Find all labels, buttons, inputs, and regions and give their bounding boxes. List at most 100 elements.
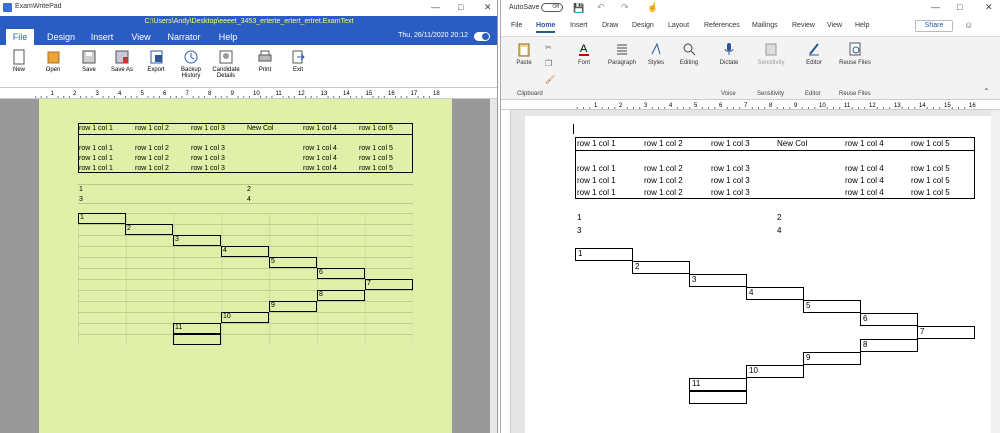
table1-cell[interactable]: row 1 col 2: [135, 164, 169, 173]
table1-cell[interactable]: row 1 col 1: [79, 144, 113, 153]
candidate-details-button[interactable]: Candidate Details: [209, 49, 243, 79]
table1-cell[interactable]: row 1 col 4: [303, 144, 337, 153]
word-step-cell[interactable]: 5: [803, 300, 861, 313]
backup-history-button[interactable]: Backup History: [176, 49, 206, 79]
table1-cell[interactable]: row 1 col 5: [359, 164, 393, 173]
editing-button[interactable]: Editing: [675, 41, 703, 66]
table1-cell[interactable]: row 1 col 5: [359, 154, 393, 163]
word-step-cell[interactable]: 6: [860, 313, 918, 326]
exit-button[interactable]: Exit: [285, 49, 311, 73]
word-step-cell[interactable]: 8: [860, 339, 918, 352]
table1-header-cell[interactable]: row 1 col 1: [79, 124, 113, 133]
feedback-smiley-icon[interactable]: ☺: [964, 20, 973, 30]
table1-cell[interactable]: row 1 col 3: [191, 144, 225, 153]
word-table1-cell[interactable]: row 1 col 2: [644, 176, 683, 186]
step-cell[interactable]: 6: [317, 268, 365, 279]
dictate-button[interactable]: Dictate: [715, 41, 743, 66]
table1-header-cell[interactable]: row 1 col 4: [303, 124, 337, 133]
save-as-button[interactable]: Save As: [107, 49, 137, 73]
cut-icon[interactable]: ✂: [545, 43, 552, 52]
step-cell[interactable]: 5: [269, 257, 317, 268]
step-cell[interactable]: 4: [221, 246, 269, 257]
word-ruler[interactable]: 1 2 3 4 5 6 7 8 9 10 11 12 13 14 15 16: [501, 100, 1000, 110]
ewp-vertical-scrollbar[interactable]: [490, 99, 497, 433]
table2-cell[interactable]: 1: [79, 185, 83, 194]
step-cell[interactable]: 9: [269, 301, 317, 312]
word-tab-design[interactable]: Design: [632, 22, 654, 29]
step-cell[interactable]: 1: [78, 213, 126, 224]
table1-cell[interactable]: row 1 col 1: [79, 154, 113, 163]
step-cell[interactable]: 10: [221, 312, 269, 323]
word-tab-insert[interactable]: Insert: [570, 22, 588, 29]
ewp-document-area[interactable]: row 1 col 1 row 1 col 2 row 1 col 3 New Col…: [0, 99, 490, 433]
table1-cell[interactable]: row 1 col 3: [191, 154, 225, 163]
collapse-ribbon-icon[interactable]: ⌃: [983, 87, 990, 96]
word-table1-header-cell[interactable]: row 1 col 3: [711, 139, 750, 149]
step-cell[interactable]: 2: [125, 224, 173, 235]
word-table1-cell[interactable]: row 1 col 1: [577, 188, 616, 198]
redo-icon[interactable]: ↷: [621, 2, 629, 13]
format-painter-icon[interactable]: 🖌: [545, 75, 555, 84]
table2-cell[interactable]: 3: [79, 195, 83, 204]
touch-mode-icon[interactable]: ☝: [647, 2, 658, 13]
word-document-area[interactable]: row 1 col 1 row 1 col 2 row 1 col 3 New Col…: [511, 110, 991, 433]
word-table1-cell[interactable]: row 1 col 4: [845, 176, 884, 186]
word-tab-home[interactable]: Home: [536, 22, 556, 33]
table1-cell[interactable]: row 1 col 5: [359, 144, 393, 153]
share-button[interactable]: Share: [915, 20, 953, 32]
word-tab-review[interactable]: Review: [792, 22, 815, 29]
word-tab-references[interactable]: References: [704, 22, 740, 29]
word-tab-help[interactable]: Help: [855, 22, 869, 29]
word-tab-layout[interactable]: Layout: [668, 22, 689, 29]
word-table1-cell[interactable]: row 1 col 2: [644, 164, 683, 174]
word-maximize-icon[interactable]: □: [957, 2, 962, 12]
word-close-icon[interactable]: ✕: [985, 2, 993, 12]
paste-button[interactable]: Paste: [511, 41, 537, 66]
word-table1-cell[interactable]: row 1 col 5: [911, 176, 950, 186]
table1-cell[interactable]: row 1 col 2: [135, 154, 169, 163]
reuse-files-button[interactable]: Reuse Files: [839, 41, 871, 66]
word-step-cell[interactable]: 10: [746, 365, 804, 378]
copy-icon[interactable]: ❐: [545, 59, 552, 68]
word-table2-cell[interactable]: 1: [577, 213, 581, 223]
word-tab-view[interactable]: View: [827, 22, 842, 29]
word-step-cell[interactable]: 3: [689, 274, 747, 287]
table1-header-cell[interactable]: row 1 col 3: [191, 124, 225, 133]
table1-cell[interactable]: row 1 col 4: [303, 164, 337, 173]
word-table1-header-cell[interactable]: New Col: [777, 139, 807, 149]
save-icon[interactable]: 💾: [573, 3, 584, 14]
autosave-toggle[interactable]: Off: [541, 3, 563, 12]
maximize-icon[interactable]: □: [458, 2, 463, 12]
table1-cell[interactable]: row 1 col 1: [79, 164, 113, 173]
word-step-cell-empty[interactable]: [689, 391, 747, 404]
step-cell[interactable]: 8: [317, 290, 365, 301]
word-tab-draw[interactable]: Draw: [602, 22, 618, 29]
close-icon[interactable]: ✕: [484, 2, 492, 12]
tab-design[interactable]: Design: [44, 29, 78, 45]
word-table1-cell[interactable]: row 1 col 4: [845, 164, 884, 174]
word-table1-cell[interactable]: row 1 col 2: [644, 188, 683, 198]
word-table2-cell[interactable]: 4: [777, 226, 781, 236]
step-cell[interactable]: 3: [173, 235, 221, 246]
table1-header-cell[interactable]: row 1 col 5: [359, 124, 393, 133]
word-table1-cell[interactable]: row 1 col 3: [711, 176, 750, 186]
open-button[interactable]: Open: [40, 49, 66, 73]
word-table1-cell[interactable]: row 1 col 1: [577, 176, 616, 186]
word-step-cell[interactable]: 2: [632, 261, 690, 274]
word-step-cell[interactable]: 11: [689, 378, 747, 391]
step-cell[interactable]: 11: [173, 323, 221, 334]
tab-file[interactable]: File: [6, 29, 34, 45]
word-step-cell[interactable]: 1: [575, 248, 633, 261]
table1-cell[interactable]: row 1 col 2: [135, 144, 169, 153]
word-table1-header-cell[interactable]: row 1 col 5: [911, 139, 950, 149]
ewp-ruler[interactable]: 1 2 3 4 5 6 7 8 9 10 11 12 13 14 15 16 17 18: [0, 88, 497, 99]
word-tab-file[interactable]: File: [511, 22, 522, 29]
ewp-page[interactable]: row 1 col 1 row 1 col 2 row 1 col 3 New Col…: [39, 99, 452, 433]
word-table1-header-cell[interactable]: row 1 col 4: [845, 139, 884, 149]
word-step-cell[interactable]: 9: [803, 352, 861, 365]
tab-narrator[interactable]: Narrator: [164, 29, 204, 45]
word-table1-cell[interactable]: row 1 col 5: [911, 188, 950, 198]
word-table1-header-cell[interactable]: row 1 col 2: [644, 139, 683, 149]
word-minimize-icon[interactable]: —: [931, 2, 940, 12]
word-page[interactable]: row 1 col 1 row 1 col 2 row 1 col 3 New Col…: [525, 116, 991, 433]
